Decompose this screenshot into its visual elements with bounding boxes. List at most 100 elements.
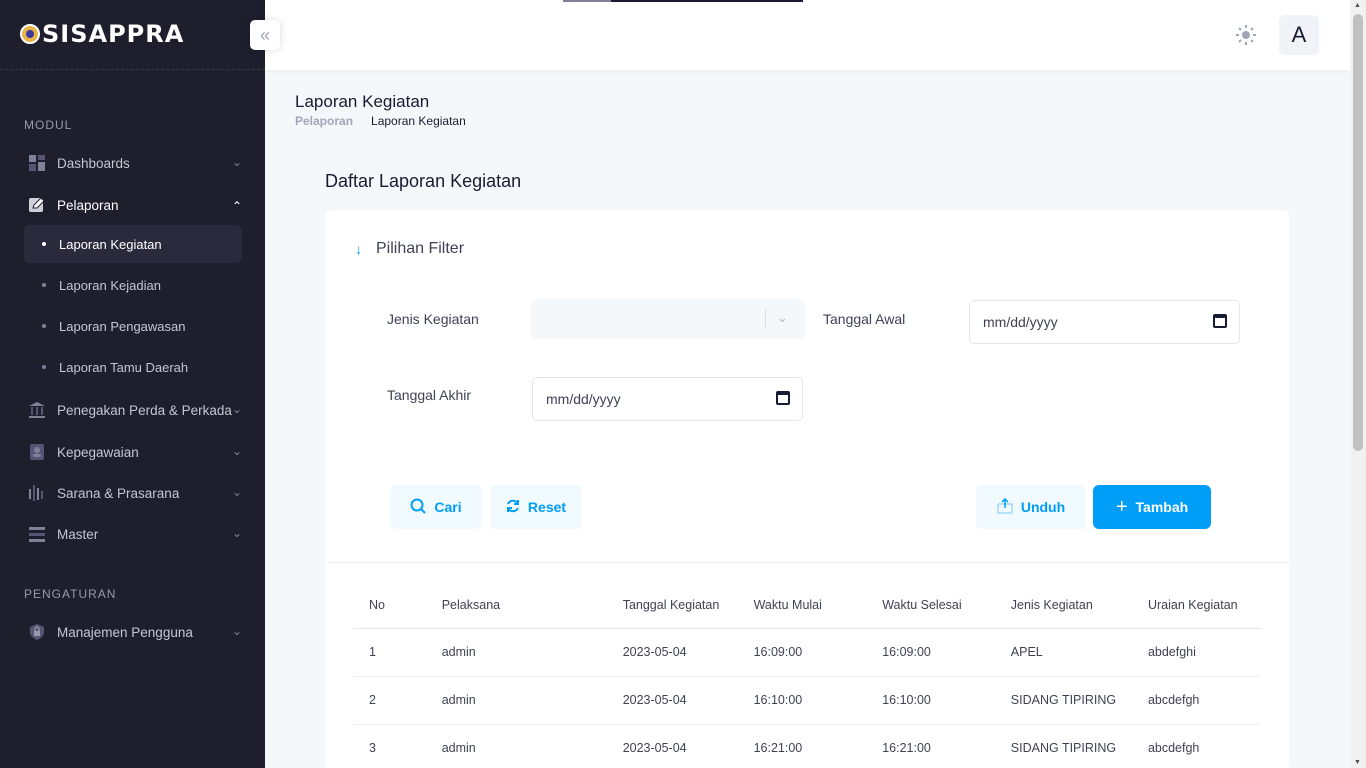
calendar-icon[interactable] bbox=[776, 391, 790, 405]
bullet-icon bbox=[42, 283, 46, 287]
report-table-wrapper[interactable]: No Pelaksana Tanggal Kegiatan Waktu Mula… bbox=[353, 583, 1261, 768]
header: A bbox=[265, 0, 1350, 70]
tanggal-awal-input[interactable]: mm/dd/yyyy bbox=[969, 300, 1240, 344]
shield-lock-icon bbox=[28, 623, 46, 641]
sidebar-collapse-button[interactable]: « bbox=[250, 20, 280, 50]
tanggal-awal-label: Tanggal Awal bbox=[823, 311, 906, 327]
grid-icon bbox=[28, 154, 46, 172]
chevron-down-icon: ⌄ bbox=[231, 526, 242, 540]
page-title: Laporan Kegiatan bbox=[295, 92, 430, 111]
column-header[interactable]: Waktu Selesai bbox=[866, 583, 995, 629]
jenis-kegiatan-label: Jenis Kegiatan bbox=[387, 311, 479, 327]
calendar-icon[interactable] bbox=[1213, 314, 1227, 328]
table-cell: 1 bbox=[353, 628, 426, 677]
add-button-label: Tambah bbox=[1135, 499, 1189, 515]
chevron-down-icon: ⌄ bbox=[231, 444, 242, 458]
chevron-down-icon: ⌄ bbox=[231, 624, 242, 638]
download-button-label: Unduh bbox=[1020, 499, 1066, 515]
table-cell: 16:09:00 bbox=[737, 628, 867, 677]
table-header-row: No Pelaksana Tanggal Kegiatan Waktu Mula… bbox=[353, 583, 1261, 629]
filter-toggle[interactable]: ↓ Pilihan Filter bbox=[355, 240, 464, 258]
table-row[interactable]: 2 admin 2023-05-04 16:10:00 16:10:00 SID… bbox=[353, 676, 1261, 725]
sidebar-subitem-laporan-pengawasan[interactable]: Laporan Pengawasan bbox=[24, 307, 242, 345]
edit-icon bbox=[28, 196, 46, 214]
chevron-down-icon: ⌄ bbox=[777, 310, 788, 325]
search-icon bbox=[410, 498, 427, 517]
table-cell: 2023-05-04 bbox=[606, 628, 738, 677]
column-header[interactable]: No bbox=[353, 583, 426, 629]
sidebar-subitem-label: Laporan Kejadian bbox=[59, 277, 161, 293]
scroll-down-icon[interactable]: ▼ bbox=[1354, 759, 1361, 766]
table-cell: abcdefgh bbox=[1131, 676, 1261, 725]
report-card: ↓ Pilihan Filter Jenis Kegiatan ⌄ Tangga… bbox=[325, 210, 1289, 768]
column-header[interactable]: Tanggal Kegiatan bbox=[606, 583, 738, 629]
sidebar-item-penegakan[interactable]: Penegakan Perda & Perkada ⌄ bbox=[24, 392, 242, 428]
date-placeholder: mm/dd/yyyy bbox=[546, 391, 621, 407]
column-header[interactable]: Pelaksana bbox=[425, 583, 607, 629]
chevron-down-icon: ⌄ bbox=[231, 402, 242, 416]
search-button[interactable]: Cari bbox=[390, 485, 482, 529]
table-row[interactable]: 3 admin 2023-05-04 16:21:00 16:21:00 SID… bbox=[353, 724, 1261, 768]
sidebar-item-pelaporan[interactable]: Pelaporan ⌃ bbox=[24, 187, 242, 223]
scroll-up-icon[interactable]: ▲ bbox=[1354, 2, 1361, 9]
tanggal-akhir-label: Tanggal Akhir bbox=[387, 387, 472, 403]
refresh-icon bbox=[506, 499, 520, 516]
menu-icon bbox=[28, 525, 46, 543]
sidebar-item-manajemen-pengguna[interactable]: Manajemen Pengguna ⌄ bbox=[24, 614, 242, 650]
sidebar-item-sarana-prasarana[interactable]: Sarana & Prasarana ⌄ bbox=[24, 475, 242, 511]
breadcrumb-item-current: Laporan Kegiatan bbox=[371, 114, 466, 128]
table-cell: 2 bbox=[353, 676, 426, 725]
tanggal-akhir-input[interactable]: mm/dd/yyyy bbox=[532, 377, 803, 421]
arrow-down-icon: ↓ bbox=[355, 241, 362, 257]
sidebar-item-label: Kepegawaian bbox=[57, 444, 139, 460]
upload-icon bbox=[997, 497, 1013, 517]
card-title: Daftar Laporan Kegiatan bbox=[325, 171, 522, 191]
column-header[interactable]: Jenis Kegiatan bbox=[994, 583, 1132, 629]
sidebar-item-label: Penegakan Perda & Perkada bbox=[57, 402, 232, 418]
chevron-down-icon: ⌄ bbox=[231, 155, 242, 169]
sidebar-item-master[interactable]: Master ⌄ bbox=[24, 516, 242, 552]
table-cell: SIDANG TIPIRING bbox=[994, 724, 1132, 768]
page-scrollbar[interactable]: ▲ ▼ bbox=[1350, 0, 1366, 768]
table-cell: admin bbox=[425, 676, 607, 725]
app-logo[interactable]: SISAPPRA bbox=[20, 20, 184, 48]
theme-toggle-sun-icon[interactable] bbox=[1235, 24, 1257, 46]
breadcrumb-item[interactable]: Pelaporan bbox=[295, 114, 353, 128]
table-cell: 3 bbox=[353, 724, 426, 768]
add-button[interactable]: + Tambah bbox=[1093, 485, 1211, 529]
download-button[interactable]: Unduh bbox=[976, 485, 1086, 529]
table-cell: 16:21:00 bbox=[866, 724, 995, 768]
table-cell: abdefghi bbox=[1131, 628, 1261, 677]
breadcrumb: Pelaporan Laporan Kegiatan bbox=[295, 114, 466, 128]
sidebar-item-label: Manajemen Pengguna bbox=[57, 624, 193, 640]
sidebar-item-label: Sarana & Prasarana bbox=[57, 485, 180, 501]
table-cell: abcdefgh bbox=[1131, 724, 1261, 768]
sidebar-item-dashboards[interactable]: Dashboards ⌄ bbox=[24, 145, 242, 181]
sidebar-subitem-laporan-kegiatan[interactable]: Laporan Kegiatan bbox=[24, 225, 242, 263]
column-header[interactable]: Waktu Mulai bbox=[737, 583, 867, 629]
bullet-icon bbox=[42, 324, 46, 328]
scrollbar-thumb[interactable] bbox=[1353, 14, 1363, 451]
table-cell: 16:21:00 bbox=[737, 724, 867, 768]
table-cell: admin bbox=[425, 724, 607, 768]
section-modul: MODUL bbox=[24, 118, 73, 132]
sidebar-item-kepegawaian[interactable]: Kepegawaian ⌄ bbox=[24, 434, 242, 470]
jenis-kegiatan-select[interactable]: ⌄ bbox=[531, 299, 805, 339]
reset-button[interactable]: Reset bbox=[490, 485, 582, 529]
app-name: SISAPPRA bbox=[42, 20, 185, 48]
sidebar-subitem-laporan-tamu-daerah[interactable]: Laporan Tamu Daerah bbox=[24, 348, 242, 386]
sidebar-subitem-laporan-kejadian[interactable]: Laporan Kejadian bbox=[24, 266, 242, 304]
user-avatar[interactable]: A bbox=[1279, 15, 1319, 55]
table-row[interactable]: 1 admin 2023-05-04 16:09:00 16:09:00 APE… bbox=[353, 628, 1261, 677]
table-cell: 16:09:00 bbox=[866, 628, 995, 677]
chevron-down-icon: ⌄ bbox=[231, 485, 242, 499]
id-card-icon bbox=[28, 443, 46, 461]
bullet-icon bbox=[42, 365, 46, 369]
reset-button-label: Reset bbox=[527, 499, 567, 515]
sidebar-item-label: Pelaporan bbox=[57, 197, 119, 213]
table-cell: 16:10:00 bbox=[737, 676, 867, 725]
column-header[interactable]: Uraian Kegiatan bbox=[1131, 583, 1261, 629]
table-cell: 16:10:00 bbox=[866, 676, 995, 725]
search-button-label: Cari bbox=[434, 499, 462, 515]
select-separator bbox=[765, 309, 766, 329]
